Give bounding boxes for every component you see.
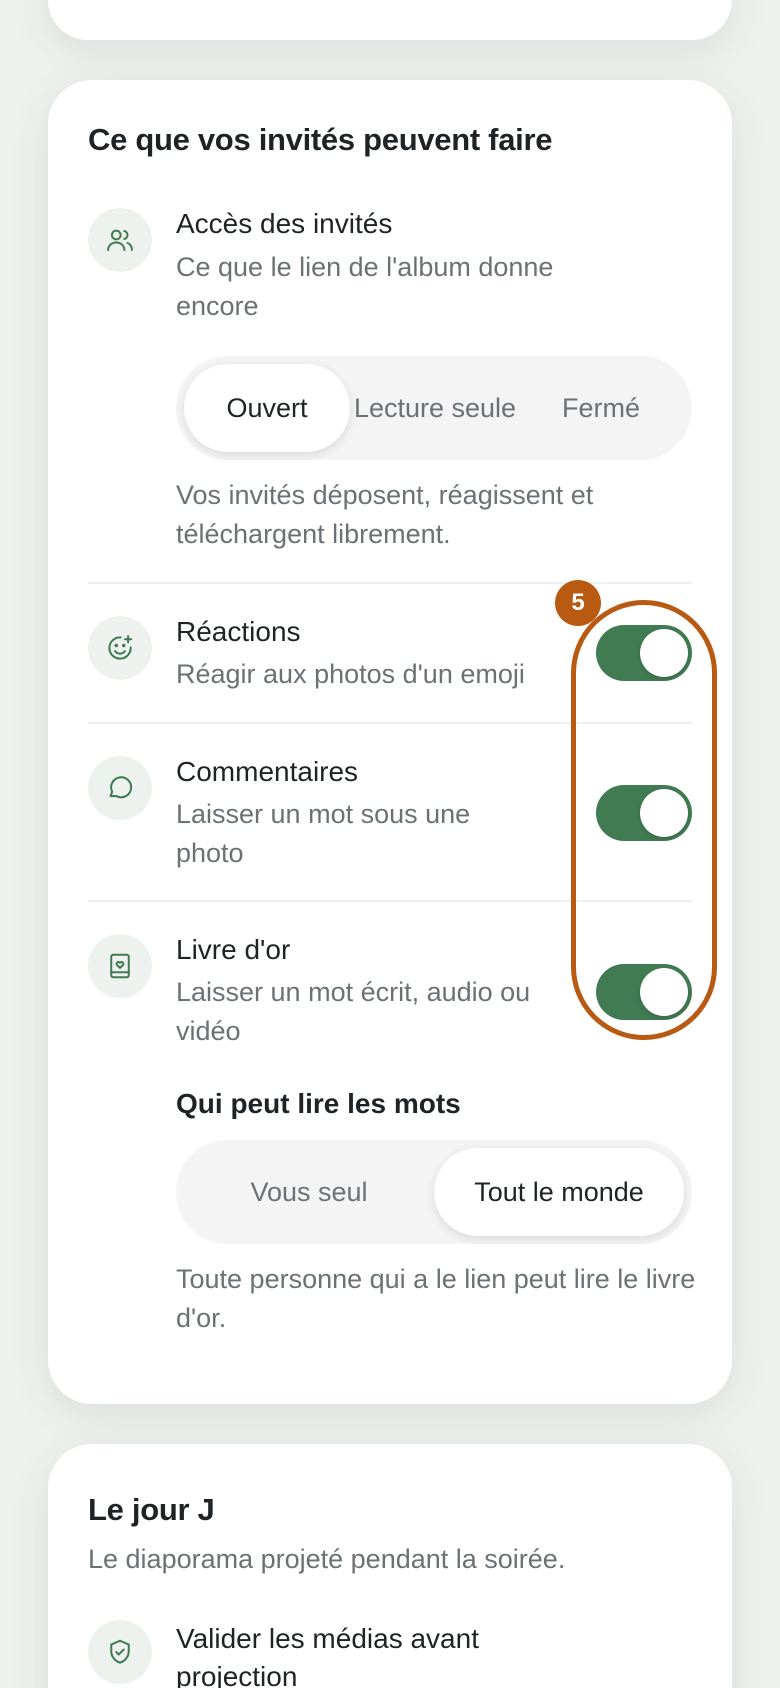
big-day-title: Le jour J xyxy=(88,1492,215,1527)
guestbook-icon xyxy=(88,934,152,998)
guestbook-readers-note: Toute personne qui a le lien peut lire l… xyxy=(176,1264,696,1333)
speech-bubble-icon xyxy=(88,756,152,820)
reactions-title: Réactions xyxy=(176,616,301,647)
guestbook-readers-selector: Vous seul Tout le monde xyxy=(176,1140,692,1244)
previous-card xyxy=(48,0,732,40)
users-icon xyxy=(88,208,152,272)
comments-toggle[interactable] xyxy=(596,785,692,841)
shield-check-icon xyxy=(88,1620,152,1684)
guestbook-description: Laisser un mot écrit, audio ou vidéo xyxy=(176,977,531,1046)
divider xyxy=(88,582,692,584)
comments-description: Laisser un mot sous une photo xyxy=(176,799,471,868)
toggle-knob xyxy=(640,968,688,1016)
guest-permissions-card: Ce que vos invités peuvent faire Accès d… xyxy=(48,80,732,1404)
smiley-plus-icon xyxy=(88,616,152,680)
guest-access-option-read-only[interactable]: Lecture seule xyxy=(352,364,518,452)
section-title: Ce que vos invités peuvent faire xyxy=(88,122,553,157)
guest-access-selector: Ouvert Lecture seule Fermé xyxy=(176,356,692,460)
reactions-description: Réagir aux photos d'un emoji xyxy=(176,659,525,689)
reactions-toggle[interactable] xyxy=(596,625,692,681)
guest-access-title: Accès des invités xyxy=(176,208,393,239)
guest-access-option-open[interactable]: Ouvert xyxy=(184,364,350,452)
guestbook-toggle[interactable] xyxy=(596,964,692,1020)
guest-access-description: Ce que le lien de l'album donne encore xyxy=(176,252,554,321)
toggle-knob xyxy=(640,789,688,837)
big-day-subtitle: Le diaporama projeté pendant la soirée. xyxy=(88,1544,566,1574)
step-badge: 5 xyxy=(555,580,601,626)
guest-access-note: Vos invités déposent, réagissent et télé… xyxy=(176,480,594,549)
validate-media-title: Valider les médias avant projection xyxy=(176,1623,479,1688)
comments-title: Commentaires xyxy=(176,756,359,787)
guestbook-readers-label: Qui peut lire les mots xyxy=(176,1088,461,1119)
guestbook-title: Livre d'or xyxy=(176,934,291,965)
readers-option-everyone[interactable]: Tout le monde xyxy=(434,1148,684,1236)
guest-access-option-closed[interactable]: Fermé xyxy=(518,364,684,452)
divider xyxy=(88,722,692,724)
readers-option-only-you[interactable]: Vous seul xyxy=(184,1148,434,1236)
divider xyxy=(88,900,692,902)
toggle-knob xyxy=(640,629,688,677)
big-day-card: Le jour J Le diaporama projeté pendant l… xyxy=(48,1444,732,1688)
